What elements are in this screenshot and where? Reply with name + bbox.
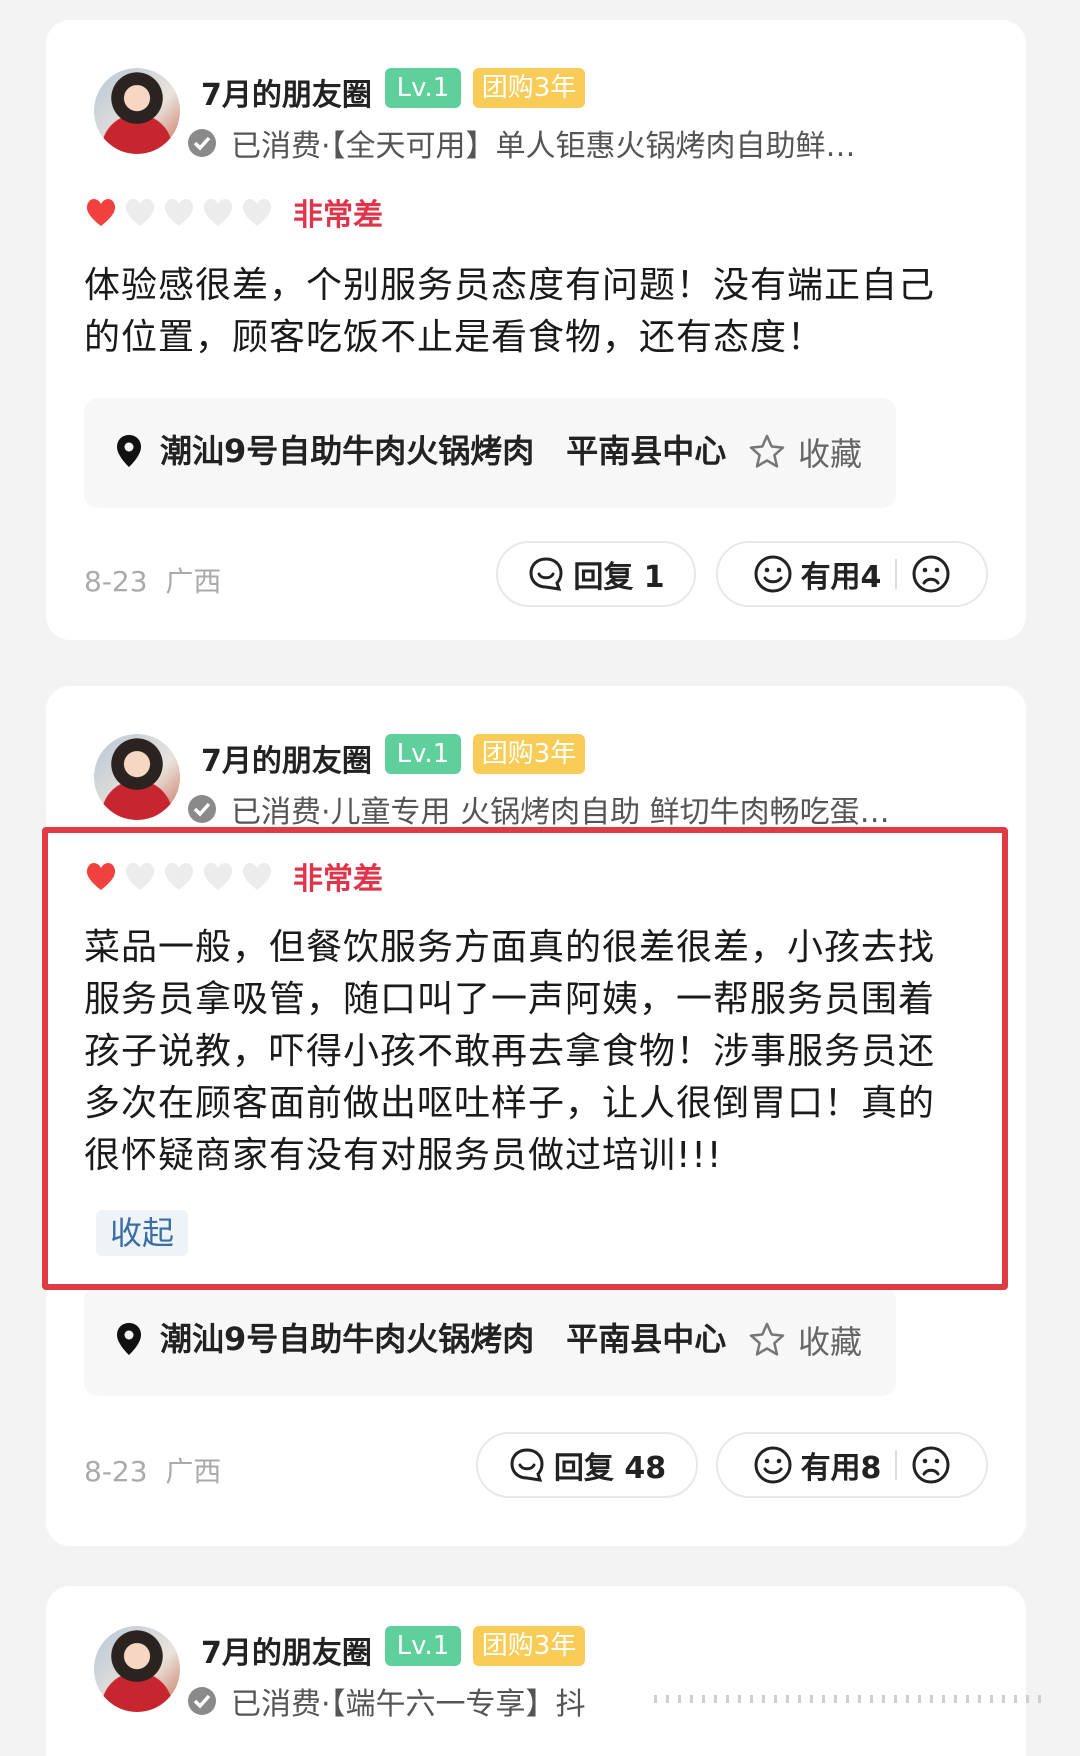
reply-bubble-icon <box>529 557 563 591</box>
consumed-item-row[interactable]: 已消费·儿童专用 火锅烤肉自助 鲜切牛肉畅吃蛋… <box>181 786 971 832</box>
rating-hearts: 非常差 <box>84 190 383 234</box>
consumed-item-row[interactable]: 已消费·【端午六一专享】抖 <box>181 1678 701 1724</box>
favorite-button[interactable]: 收藏 <box>798 1317 862 1363</box>
reply-button[interactable]: 回复 48 <box>476 1432 698 1498</box>
star-icon[interactable] <box>748 1321 786 1359</box>
location-pin-icon <box>117 435 141 467</box>
consumed-item-text: 已消费·儿童专用 火锅烤肉自助 鲜切牛肉畅吃蛋… <box>231 795 890 830</box>
groupbuy-years-badge: 团购3年 <box>473 68 585 108</box>
reply-bubble-icon <box>510 1448 544 1482</box>
heart-icon <box>86 198 116 226</box>
smile-icon[interactable] <box>753 1445 793 1485</box>
review-date: 8-23 <box>84 565 148 598</box>
location-pin-icon <box>117 1323 141 1355</box>
review-meta: 8-23 广西 <box>84 560 221 600</box>
consumed-item-text: 已消费·【全天可用】单人钜惠火锅烤肉自助鲜… <box>231 129 856 164</box>
level-badge: Lv.1 <box>385 1626 461 1666</box>
useful-label[interactable]: 有用4 <box>801 552 882 596</box>
heart-icon <box>125 198 155 226</box>
level-badge: Lv.1 <box>385 68 461 108</box>
favorite-button[interactable]: 收藏 <box>798 429 862 475</box>
useful-label[interactable]: 有用8 <box>801 1443 882 1487</box>
username[interactable]: 7月的朋友圈 <box>201 736 372 780</box>
reply-label: 回复 48 <box>553 1451 667 1486</box>
star-icon[interactable] <box>748 433 786 471</box>
highlight-frame <box>42 827 1008 1290</box>
frown-icon[interactable] <box>911 1445 951 1485</box>
heart-icon <box>164 198 194 226</box>
watermark-stripes <box>654 1695 1044 1703</box>
avatar[interactable] <box>94 68 180 154</box>
review-text: 体验感很差，个别服务员态度有问题！没有端正自己的位置，顾客吃饭不止是看食物，还有… <box>84 265 936 358</box>
shop-name: 潮汕9号自助牛肉火锅烤肉 平南县中心 <box>160 432 727 470</box>
shop-link[interactable]: 潮汕9号自助牛肉火锅烤肉 平南县中心 收藏 <box>84 1286 896 1396</box>
level-badge: Lv.1 <box>385 734 461 774</box>
useful-vote-group: 有用4 <box>716 541 988 607</box>
avatar[interactable] <box>94 1626 180 1712</box>
groupbuy-years-badge: 团购3年 <box>473 1626 585 1666</box>
consumed-item-text: 已消费·【端午六一专享】抖 <box>231 1687 586 1722</box>
groupbuy-years-badge: 团购3年 <box>473 734 585 774</box>
rating-label: 非常差 <box>293 198 383 233</box>
username[interactable]: 7月的朋友圈 <box>201 1628 372 1672</box>
heart-icon <box>203 198 233 226</box>
verified-icon <box>188 129 216 157</box>
reply-button[interactable]: 回复 1 <box>496 541 696 607</box>
shop-name: 潮汕9号自助牛肉火锅烤肉 平南县中心 <box>160 1320 727 1358</box>
review-card-3: 7月的朋友圈 Lv.1 团购3年 已消费·【端午六一专享】抖 <box>46 1586 1026 1756</box>
review-date: 8-23 <box>84 1455 148 1488</box>
divider <box>895 1450 898 1480</box>
review-region: 广西 <box>165 565 222 598</box>
divider <box>895 559 898 589</box>
avatar[interactable] <box>94 734 180 820</box>
heart-icon <box>242 198 272 226</box>
useful-vote-group: 有用8 <box>716 1432 988 1498</box>
verified-icon <box>188 1687 216 1715</box>
review-region: 广西 <box>165 1455 222 1488</box>
shop-link[interactable]: 潮汕9号自助牛肉火锅烤肉 平南县中心 收藏 <box>84 398 896 508</box>
reply-label: 回复 1 <box>573 560 665 595</box>
smile-icon[interactable] <box>753 554 793 594</box>
review-meta: 8-23 广西 <box>84 1450 221 1490</box>
username[interactable]: 7月的朋友圈 <box>201 70 372 114</box>
frown-icon[interactable] <box>911 554 951 594</box>
review-card-1: 7月的朋友圈 Lv.1 团购3年 已消费·【全天可用】单人钜惠火锅烤肉自助鲜… … <box>46 20 1026 640</box>
consumed-item-row[interactable]: 已消费·【全天可用】单人钜惠火锅烤肉自助鲜… <box>181 120 971 166</box>
verified-icon <box>188 795 216 823</box>
